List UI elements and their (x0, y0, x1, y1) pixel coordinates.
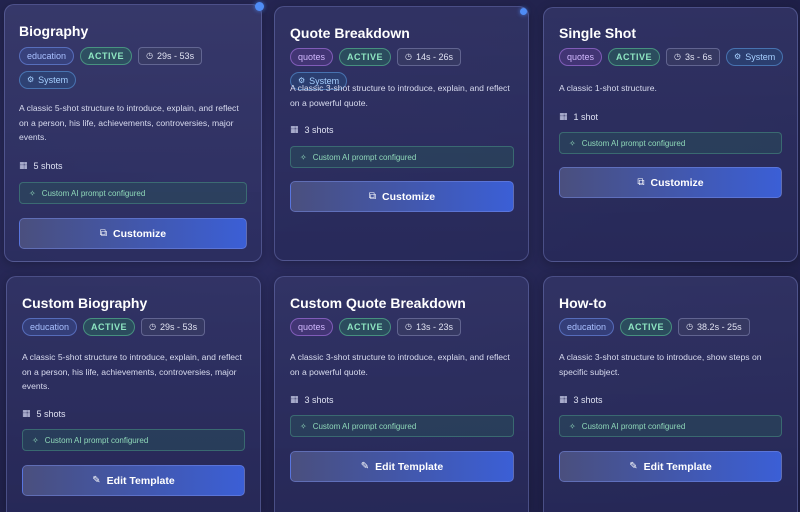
copy-icon: ⧉ (99, 228, 108, 239)
card-title: Quote Breakdown (290, 25, 410, 41)
sparkle-icon: ✧ (300, 152, 307, 162)
copy-icon: ⧉ (637, 177, 645, 188)
shot-count: ▦ 3 shots (290, 124, 334, 135)
status-badge: ACTIVE (620, 318, 673, 336)
category-badge: quotes (290, 48, 334, 66)
category-badge: quotes (559, 48, 603, 66)
selected-indicator (255, 2, 264, 11)
card-description: A classic 5-shot structure to introduce,… (19, 103, 239, 142)
pencil-icon: ✎ (629, 461, 638, 472)
template-grid: Biography education ACTIVE ◷ 29s - 53s ⚙ S… (0, 0, 800, 512)
clock-icon: ◷ (405, 52, 413, 61)
film-icon: ▦ (290, 394, 299, 404)
film-icon: ▦ (19, 160, 28, 170)
status-badge: ACTIVE (339, 48, 392, 66)
shot-count: ▦ 5 shots (19, 160, 63, 171)
sparkle-icon: ✧ (569, 421, 576, 431)
film-icon: ▦ (559, 394, 568, 404)
card-description: A classic 3-shot structure to introduce,… (290, 352, 510, 377)
customize-button[interactable]: ⧉ Customize (290, 181, 514, 212)
template-card-single-shot[interactable]: Single Shot quotes ACTIVE ◷ 3s - 6s ⚙ Syst… (543, 7, 798, 262)
edit-template-button[interactable]: ✎ Edit Template (290, 451, 514, 482)
duration-badge: ◷ 13s - 23s (397, 318, 462, 336)
template-card-how-to[interactable]: How-to education ACTIVE ◷ 38.2s - 25s A c… (543, 276, 798, 512)
system-badge: ⚙ System (19, 71, 77, 89)
status-badge: ACTIVE (83, 318, 136, 336)
film-icon: ▦ (290, 124, 299, 134)
card-description: A classic 1-shot structure. (559, 83, 657, 93)
duration-badge: ◷ 3s - 6s (666, 48, 721, 66)
clock-icon: ◷ (146, 51, 154, 60)
ai-prompt-status: ✧ Custom AI prompt configured (19, 182, 247, 204)
duration-badge: ◷ 29s - 53s (138, 47, 203, 65)
shot-count: ▦ 5 shots (22, 408, 66, 419)
card-title: Custom Biography (22, 295, 148, 311)
card-description: A classic 3-shot structure to introduce,… (559, 352, 762, 377)
shot-count: ▦ 1 shot (559, 111, 599, 122)
film-icon: ▦ (559, 111, 568, 121)
card-title: Single Shot (559, 25, 636, 41)
card-title: Custom Quote Breakdown (290, 295, 466, 311)
sparkle-icon: ✧ (32, 435, 39, 445)
template-card-custom-biography[interactable]: Custom Biography education ACTIVE ◷ 29s -… (6, 276, 261, 512)
copy-icon: ⧉ (368, 191, 377, 202)
ai-prompt-status: ✧ Custom AI prompt configured (559, 132, 782, 154)
system-badge: ⚙ System (726, 48, 784, 66)
ai-prompt-status: ✧ Custom AI prompt configured (290, 146, 514, 168)
ai-prompt-status: ✧ Custom AI prompt configured (22, 429, 245, 451)
edit-template-button[interactable]: ✎ Edit Template (22, 465, 245, 496)
clock-icon: ◷ (405, 322, 413, 331)
film-icon: ▦ (22, 408, 31, 418)
sparkle-icon: ✧ (569, 138, 576, 148)
shot-count: ▦ 3 shots (290, 394, 334, 405)
status-badge: ACTIVE (80, 47, 133, 65)
template-card-biography[interactable]: Biography education ACTIVE ◷ 29s - 53s ⚙ S… (4, 2, 264, 262)
category-badge: quotes (290, 318, 334, 336)
clock-icon: ◷ (674, 52, 682, 61)
ai-prompt-status: ✧ Custom AI prompt configured (559, 415, 782, 437)
ai-prompt-status: ✧ Custom AI prompt configured (290, 415, 514, 437)
card-title: Biography (19, 23, 89, 39)
card-description: A classic 5-shot structure to introduce,… (22, 352, 242, 391)
clock-icon: ◷ (149, 322, 157, 331)
pencil-icon: ✎ (92, 475, 101, 486)
category-badge: education (22, 318, 78, 336)
shot-count: ▦ 3 shots (559, 394, 603, 405)
category-badge: education (559, 318, 615, 336)
selected-indicator (520, 8, 527, 15)
template-card-custom-quote-breakdown[interactable]: Custom Quote Breakdown quotes ACTIVE ◷ 13… (274, 276, 529, 512)
sparkle-icon: ✧ (300, 421, 307, 431)
template-card-quote-breakdown[interactable]: Quote Breakdown quotes ACTIVE ◷ 14s - 26s… (274, 6, 529, 261)
card-title: How-to (559, 295, 607, 311)
card-description: A classic 3-shot structure to introduce,… (290, 83, 510, 108)
status-badge: ACTIVE (608, 48, 661, 66)
customize-button[interactable]: ⧉ Customize (559, 167, 782, 198)
sparkle-icon: ✧ (29, 188, 36, 198)
clock-icon: ◷ (686, 322, 694, 331)
status-badge: ACTIVE (339, 318, 392, 336)
duration-badge: ◷ 29s - 53s (141, 318, 206, 336)
gear-icon: ⚙ (734, 52, 742, 61)
duration-badge: ◷ 38.2s - 25s (678, 318, 750, 336)
gear-icon: ⚙ (27, 75, 35, 84)
category-badge: education (19, 47, 75, 65)
customize-button[interactable]: ⧉ Customize (19, 218, 247, 249)
edit-template-button[interactable]: ✎ Edit Template (559, 451, 782, 482)
duration-badge: ◷ 14s - 26s (397, 48, 462, 66)
pencil-icon: ✎ (360, 461, 370, 472)
